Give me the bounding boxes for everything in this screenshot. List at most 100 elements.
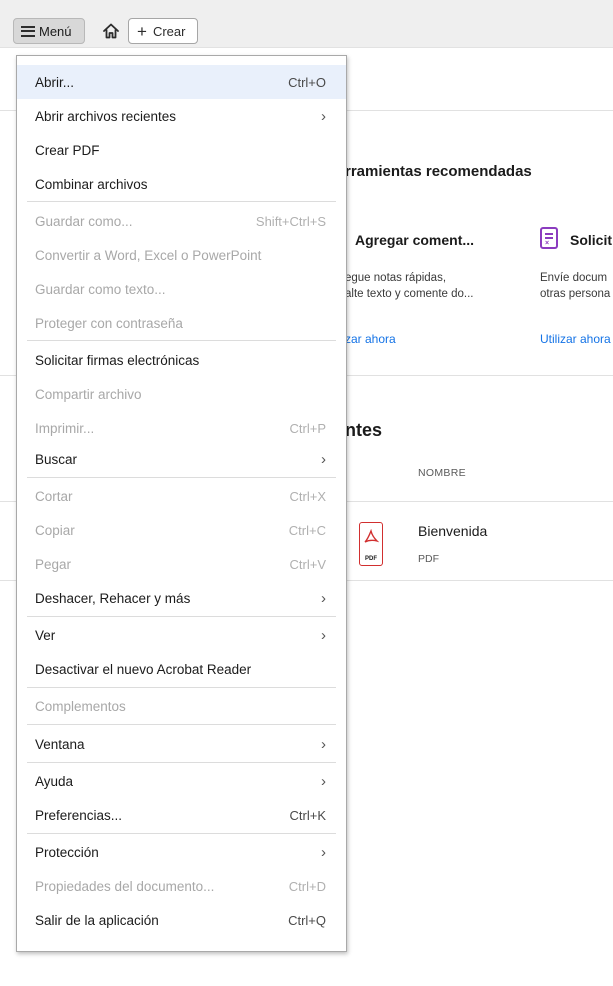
- chevron-right-icon: ›: [321, 843, 326, 861]
- menu-item-label: Preferencias...: [35, 807, 123, 823]
- menu-item-undo-redo[interactable]: Deshacer, Rehacer y más ›: [17, 581, 346, 615]
- menu-item-label: Copiar: [35, 522, 75, 538]
- main-menu-dropdown: Abrir... Ctrl+O Abrir archivos recientes…: [16, 55, 347, 952]
- menu-item-protection[interactable]: Protección ›: [17, 835, 346, 869]
- create-button-label: Crear: [152, 23, 186, 39]
- menu-item-label: Guardar como texto...: [35, 281, 166, 297]
- tool-comment-desc-1: egue notas rápidas,: [345, 272, 447, 284]
- menu-item-label: Complementos: [35, 698, 126, 714]
- menu-item-label: Proteger con contraseña: [35, 315, 183, 331]
- menu-item-copy[interactable]: Copiar Ctrl+C: [17, 513, 346, 547]
- menu-separator: [27, 762, 336, 763]
- menu-item-label: Buscar: [35, 451, 78, 467]
- tool-signature-desc-1: Envíe docum: [540, 272, 608, 284]
- menu-item-cut[interactable]: Cortar Ctrl+X: [17, 479, 346, 513]
- menu-item-create-pdf[interactable]: Crear PDF: [17, 133, 346, 167]
- top-toolbar: Menú + Crear: [0, 0, 613, 48]
- menu-item-request-signatures[interactable]: Solicitar firmas electrónicas: [17, 343, 346, 377]
- chevron-right-icon: ›: [321, 107, 326, 125]
- menu-item-window[interactable]: Ventana ›: [17, 727, 346, 761]
- menu-item-label: Salir de la aplicación: [35, 912, 159, 928]
- menu-item-label: Pegar: [35, 556, 72, 572]
- file-type: PDF: [418, 553, 439, 565]
- menu-item-open[interactable]: Abrir... Ctrl+O: [17, 65, 346, 99]
- menu-item-shortcut: Ctrl+V: [289, 556, 326, 572]
- menu-item-exit[interactable]: Salir de la aplicación Ctrl+Q: [17, 903, 346, 937]
- menu-item-label: Imprimir...: [35, 420, 95, 436]
- menu-item-label: Combinar archivos: [35, 176, 148, 192]
- menu-item-shortcut: Ctrl+X: [289, 488, 326, 504]
- menu-item-document-properties[interactable]: Propiedades del documento... Ctrl+D: [17, 869, 346, 903]
- menu-separator: [27, 340, 336, 341]
- menu-item-shortcut: Shift+Ctrl+S: [255, 213, 326, 229]
- column-header-name[interactable]: NOMBRE: [418, 467, 466, 479]
- menu-item-label: Guardar como...: [35, 213, 133, 229]
- menu-item-shortcut: Ctrl+D: [288, 878, 326, 894]
- file-name[interactable]: Bienvenida: [418, 523, 487, 539]
- menu-item-label: Cortar: [35, 488, 73, 504]
- menu-separator: [27, 201, 336, 202]
- menu-item-shortcut: Ctrl+P: [289, 420, 326, 436]
- menu-item-share-file[interactable]: Compartir archivo: [17, 377, 346, 411]
- menu-item-label: Crear PDF: [35, 142, 100, 158]
- menu-item-label: Propiedades del documento...: [35, 878, 215, 894]
- tool-signature-desc-2: otras persona: [540, 288, 611, 300]
- menu-item-shortcut: Ctrl+Q: [288, 912, 326, 928]
- menu-item-label: Deshacer, Rehacer y más: [35, 590, 191, 606]
- menu-separator: [27, 687, 336, 688]
- menu-item-paste[interactable]: Pegar Ctrl+V: [17, 547, 346, 581]
- menu-item-label: Compartir archivo: [35, 386, 142, 402]
- menu-separator: [27, 477, 336, 478]
- menu-item-print[interactable]: Imprimir... Ctrl+P: [17, 411, 346, 445]
- pdf-file-icon: PDF: [359, 522, 383, 566]
- request-signatures-icon: ×: [540, 227, 558, 249]
- menu-item-label: Solicitar firmas electrónicas: [35, 352, 200, 368]
- recommended-tools-title: rramientas recomendadas: [345, 163, 532, 180]
- tool-signature-use-link[interactable]: Utilizar ahora: [540, 332, 611, 346]
- menu-item-view[interactable]: Ver ›: [17, 618, 346, 652]
- plus-icon: +: [137, 21, 147, 41]
- menu-item-preferences[interactable]: Preferencias... Ctrl+K: [17, 798, 346, 832]
- menu-item-convert[interactable]: Convertir a Word, Excel o PowerPoint: [17, 238, 346, 272]
- tool-signature-title[interactable]: Solicit: [570, 232, 612, 248]
- chevron-right-icon: ›: [321, 589, 326, 607]
- menu-item-label: Desactivar el nuevo Acrobat Reader: [35, 661, 252, 677]
- menu-item-label: Ayuda: [35, 773, 74, 789]
- create-button[interactable]: + Crear: [128, 18, 198, 44]
- menu-item-label: Abrir archivos recientes: [35, 108, 177, 124]
- home-icon: [103, 23, 119, 39]
- menu-item-plugins[interactable]: Complementos: [17, 689, 346, 723]
- menu-item-disable-new-reader[interactable]: Desactivar el nuevo Acrobat Reader: [17, 652, 346, 686]
- hamburger-icon: [21, 25, 35, 37]
- menu-item-label: Ver: [35, 627, 56, 643]
- recent-title: ntes: [345, 420, 383, 440]
- menu-separator: [27, 616, 336, 617]
- chevron-right-icon: ›: [321, 772, 326, 790]
- menu-item-save-as[interactable]: Guardar como... Shift+Ctrl+S: [17, 204, 346, 238]
- menu-button[interactable]: Menú: [13, 18, 85, 44]
- menu-item-shortcut: Ctrl+C: [288, 522, 326, 538]
- menu-item-open-recent[interactable]: Abrir archivos recientes ›: [17, 99, 346, 133]
- menu-item-label: Ventana: [35, 736, 85, 752]
- menu-item-save-as-text[interactable]: Guardar como texto...: [17, 272, 346, 306]
- chevron-right-icon: ›: [321, 735, 326, 753]
- menu-item-label: Abrir...: [35, 74, 75, 90]
- menu-item-label: Protección: [35, 844, 99, 860]
- tool-comment-title[interactable]: Agregar coment...: [355, 232, 474, 248]
- menu-item-shortcut: Ctrl+O: [288, 74, 326, 90]
- chevron-right-icon: ›: [321, 450, 326, 468]
- home-button[interactable]: [100, 18, 122, 44]
- menu-separator: [27, 833, 336, 834]
- menu-item-combine-files[interactable]: Combinar archivos: [17, 167, 346, 201]
- menu-item-label: Convertir a Word, Excel o PowerPoint: [35, 247, 262, 263]
- menu-separator: [27, 724, 336, 725]
- menu-button-label: Menú: [39, 23, 72, 39]
- menu-item-shortcut: Ctrl+K: [289, 807, 326, 823]
- tool-comment-desc-2: alte texto y comente do...: [345, 288, 474, 300]
- chevron-right-icon: ›: [321, 626, 326, 644]
- menu-item-protect-password[interactable]: Proteger con contraseña: [17, 306, 346, 340]
- tool-comment-use-link[interactable]: zar ahora: [345, 332, 396, 346]
- menu-item-search[interactable]: Buscar ›: [17, 442, 346, 476]
- pdf-icon-label: PDF: [365, 556, 377, 562]
- menu-item-help[interactable]: Ayuda ›: [17, 764, 346, 798]
